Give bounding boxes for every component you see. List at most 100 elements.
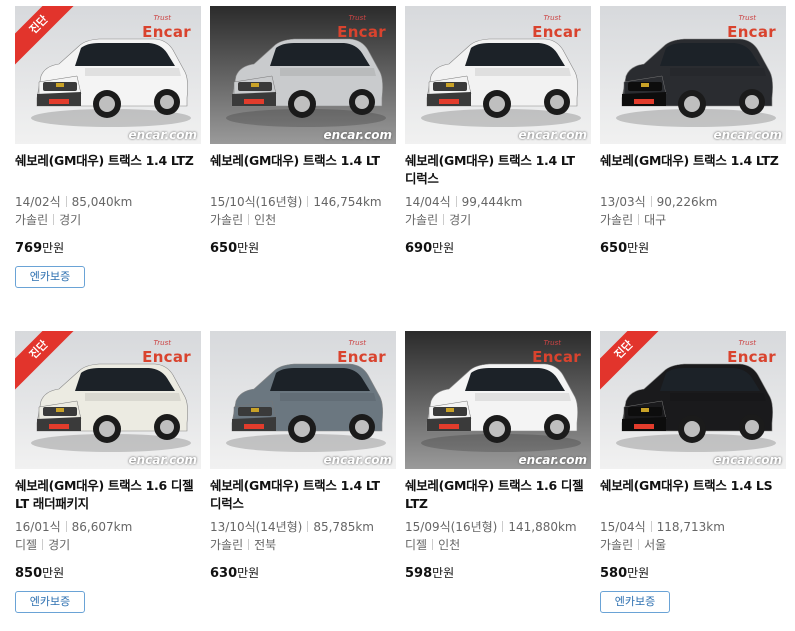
car-photo[interactable]: Trust Encar encar.com	[405, 331, 591, 469]
car-title[interactable]: 쉐보레(GM대우) 트랙스 1.6 디젤 LTZ	[405, 477, 585, 513]
car-fuel: 가솔린	[210, 213, 244, 227]
car-photo[interactable]: Trust Encar encar.com 진단	[600, 331, 786, 469]
car-price: 580만원	[600, 564, 649, 581]
car-year-mileage: 14/02식 85,040km	[15, 194, 132, 210]
car-year: 14/04식	[405, 195, 451, 209]
car-fuel: 가솔린	[210, 538, 244, 552]
car-listing-card[interactable]: Trust Encar encar.com 진단쉐보레(GM대우) 트랙스 1.4 L…	[15, 6, 201, 306]
car-title[interactable]: 쉐보레(GM대우) 트랙스 1.6 디젤 LT 래더패키지	[15, 477, 195, 513]
car-price-unit: 만원	[432, 566, 455, 580]
divider	[65, 521, 67, 532]
car-listing-card[interactable]: Trust Encar encar.com 쉐보레(GM대우) 트랙스 1.6 디젤 …	[405, 331, 591, 631]
car-listing-card[interactable]: Trust Encar encar.com 쉐보레(GM대우) 트랙스 1.4 LTZ…	[600, 6, 786, 306]
car-mileage: 85,785km	[313, 520, 374, 534]
car-title[interactable]: 쉐보레(GM대우) 트랙스 1.4 LS	[600, 477, 780, 495]
divider	[307, 196, 309, 207]
car-price-value: 769	[15, 241, 43, 256]
encar-watermark-logo: Trust Encar	[142, 339, 191, 366]
car-year: 13/10식(14년형)	[210, 520, 303, 534]
car-fuel-region: 디젤 인천	[405, 537, 460, 553]
divider	[650, 521, 652, 532]
car-photo[interactable]: Trust Encar encar.com 진단	[15, 6, 201, 144]
car-price: 650만원	[600, 239, 649, 256]
car-price-unit: 만원	[237, 566, 260, 580]
car-fuel-region: 가솔린 경기	[15, 212, 81, 228]
car-price-value: 598	[405, 566, 433, 581]
divider	[307, 521, 309, 532]
car-photo[interactable]: Trust Encar encar.com	[405, 6, 591, 144]
car-price-value: 690	[405, 241, 433, 256]
car-title[interactable]: 쉐보레(GM대우) 트랙스 1.4 LT	[210, 152, 390, 170]
car-listing-card[interactable]: Trust Encar encar.com 진단 쉐보레(GM대우) 트랙스 1.6 디…	[15, 331, 201, 631]
car-price-value: 650	[600, 241, 628, 256]
encar-watermark-logo: Trust Encar	[337, 14, 386, 41]
car-title[interactable]: 쉐보레(GM대우) 트랙스 1.4 LT 디럭스	[210, 477, 390, 513]
car-title[interactable]: 쉐보레(GM대우) 트랙스 1.4 LT 디럭스	[405, 152, 585, 188]
car-photo[interactable]: Trust Encar encar.com	[600, 6, 786, 144]
car-mileage: 90,226km	[656, 195, 718, 209]
car-price-value: 650	[210, 241, 238, 256]
encar-watermark-logo: Trust Encar	[532, 339, 581, 366]
car-photo[interactable]: Trust Encar encar.com	[210, 6, 396, 144]
encar-site-watermark: encar.com	[323, 453, 392, 467]
encar-warranty-badge[interactable]: 엔카보증	[600, 591, 670, 613]
car-region: 인천	[438, 538, 461, 552]
car-title[interactable]: 쉐보레(GM대우) 트랙스 1.4 LTZ	[600, 152, 780, 170]
car-listing-card[interactable]: Trust Encar encar.com 쉐보레(GM대우) 트랙스 1.4 LT …	[405, 6, 591, 306]
divider	[42, 539, 44, 550]
car-region: 대구	[644, 213, 667, 227]
car-price-unit: 만원	[627, 566, 650, 580]
car-mileage: 118,713km	[656, 520, 725, 534]
encar-site-watermark: encar.com	[713, 128, 782, 142]
divider	[502, 521, 504, 532]
car-fuel: 가솔린	[600, 213, 634, 227]
divider	[638, 214, 640, 225]
car-price-unit: 만원	[42, 241, 65, 255]
divider	[432, 539, 434, 550]
car-year-mileage: 14/04식 99,444km	[405, 194, 522, 210]
car-region: 인천	[254, 213, 277, 227]
car-price-unit: 만원	[432, 241, 455, 255]
car-fuel: 가솔린	[405, 213, 439, 227]
encar-warranty-badge[interactable]: 엔카보증	[15, 591, 85, 613]
divider	[248, 539, 250, 550]
encar-site-watermark: encar.com	[323, 128, 392, 142]
car-price: 630만원	[210, 564, 259, 581]
encar-warranty-badge[interactable]: 엔카보증	[15, 266, 85, 288]
car-title[interactable]: 쉐보레(GM대우) 트랙스 1.4 LTZ	[15, 152, 195, 170]
car-year: 14/02식	[15, 195, 61, 209]
car-listing-card[interactable]: Trust Encar encar.com 쉐보레(GM대우) 트랙스 1.4 LT 1…	[210, 6, 396, 306]
encar-watermark-logo: Trust Encar	[727, 14, 776, 41]
car-year-mileage: 13/10식(14년형) 85,785km	[210, 519, 374, 535]
car-fuel: 가솔린	[600, 538, 634, 552]
car-photo[interactable]: Trust Encar encar.com 진단	[15, 331, 201, 469]
encar-site-watermark: encar.com	[128, 453, 197, 467]
car-listing-card[interactable]: Trust Encar encar.com 진단쉐보레(GM대우) 트랙스 1.4 L…	[600, 331, 786, 631]
car-price: 650만원	[210, 239, 259, 256]
car-price-unit: 만원	[627, 241, 650, 255]
car-photo[interactable]: Trust Encar encar.com	[210, 331, 396, 469]
divider	[65, 196, 67, 207]
car-year: 15/04식	[600, 520, 646, 534]
car-fuel: 가솔린	[15, 213, 49, 227]
car-price-unit: 만원	[42, 566, 65, 580]
car-region: 전북	[254, 538, 277, 552]
car-year: 15/09식(16년형)	[405, 520, 498, 534]
car-mileage: 146,754km	[313, 195, 382, 209]
car-listing-card[interactable]: Trust Encar encar.com 쉐보레(GM대우) 트랙스 1.4 LT …	[210, 331, 396, 631]
car-year-mileage: 15/09식(16년형) 141,880km	[405, 519, 577, 535]
car-year: 13/03식	[600, 195, 646, 209]
car-price-value: 850	[15, 566, 43, 581]
car-region: 서울	[644, 538, 667, 552]
car-mileage: 141,880km	[508, 520, 577, 534]
car-year-mileage: 16/01식 86,607km	[15, 519, 132, 535]
car-price-value: 580	[600, 566, 628, 581]
encar-site-watermark: encar.com	[518, 453, 587, 467]
divider	[455, 196, 457, 207]
car-price: 690만원	[405, 239, 454, 256]
car-price: 850만원	[15, 564, 64, 581]
car-region: 경기	[59, 213, 82, 227]
car-fuel-region: 디젤 경기	[15, 537, 70, 553]
car-mileage: 86,607km	[71, 520, 133, 534]
car-mileage: 99,444km	[461, 195, 523, 209]
